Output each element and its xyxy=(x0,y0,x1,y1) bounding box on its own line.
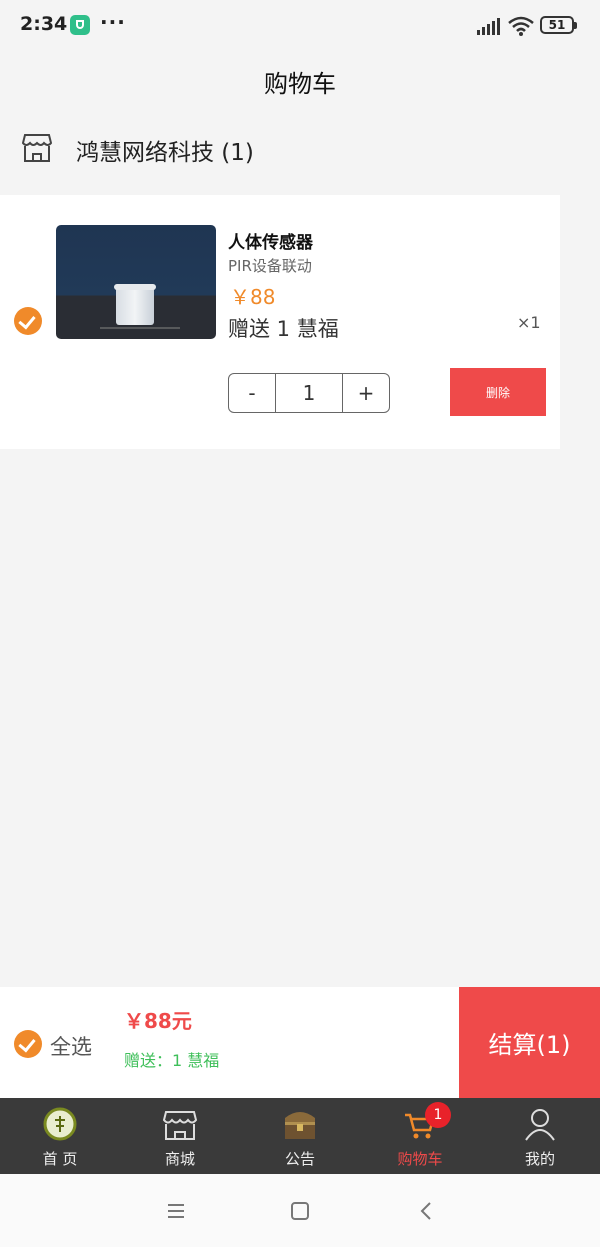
cart-count-badge: 1 xyxy=(425,1102,451,1128)
system-nav-bar xyxy=(0,1174,600,1247)
product-subtitle: PIR设备联动 xyxy=(228,257,312,275)
bottom-tab-bar: 首 页 商城 公告 购物车 我的 xyxy=(0,1098,600,1174)
security-shield-icon xyxy=(70,15,90,35)
checkout-bar: 全选 ￥88元 赠送：1 慧福 结算(1) xyxy=(0,987,600,1098)
store-icon xyxy=(22,134,52,162)
tab-store[interactable]: 商城 xyxy=(120,1098,240,1174)
home-icon xyxy=(43,1107,77,1141)
select-all-checkbox[interactable] xyxy=(14,1030,42,1058)
wifi-icon xyxy=(508,16,534,36)
product-name: 人体传感器 xyxy=(228,233,313,253)
increase-quantity-button[interactable]: + xyxy=(343,374,389,412)
cart-item-card: 人体传感器 PIR设备联动 ￥88 赠送 1 慧福 ×1 - 1 + 删除 xyxy=(0,195,560,449)
signal-icon xyxy=(477,17,503,35)
shop-name: 鸿慧网络科技 (1) xyxy=(76,140,254,166)
tab-home[interactable]: 首 页 xyxy=(0,1098,120,1174)
status-time: 2:34 xyxy=(20,13,68,35)
product-image[interactable] xyxy=(56,225,216,339)
tab-cart[interactable]: 购物车 xyxy=(360,1098,480,1174)
product-price: ￥88 xyxy=(230,285,276,309)
tab-label: 商城 xyxy=(164,1150,195,1168)
tab-label: 我的 xyxy=(524,1150,555,1168)
battery-icon: 51 xyxy=(540,16,577,34)
back-icon[interactable] xyxy=(415,1200,437,1222)
quantity-stepper: - 1 + xyxy=(228,373,390,413)
tab-label: 购物车 xyxy=(397,1150,443,1168)
gift-total: 赠送：1 慧福 xyxy=(124,1051,220,1070)
checkout-button[interactable]: 结算(1) xyxy=(459,987,600,1098)
delete-button[interactable]: 删除 xyxy=(450,368,546,416)
home-square-icon[interactable] xyxy=(289,1200,311,1222)
tab-label: 首 页 xyxy=(42,1150,78,1168)
sensor-device-graphic xyxy=(114,284,156,325)
tab-announcements[interactable]: 公告 xyxy=(240,1098,360,1174)
menu-icon[interactable] xyxy=(165,1200,187,1222)
tab-profile[interactable]: 我的 xyxy=(480,1098,600,1174)
page-title: 购物车 xyxy=(264,70,336,98)
status-bar: 2:34 ··· 51 xyxy=(0,0,600,52)
user-icon xyxy=(525,1109,555,1141)
chest-icon xyxy=(285,1112,315,1139)
store-icon xyxy=(162,1111,198,1140)
product-quantity-label: ×1 xyxy=(517,313,541,332)
more-notifications-icon: ··· xyxy=(100,10,126,34)
item-select-checkbox[interactable] xyxy=(14,307,42,335)
tab-label: 公告 xyxy=(284,1150,315,1168)
quantity-value[interactable]: 1 xyxy=(275,374,343,412)
total-price: ￥88元 xyxy=(124,1009,192,1033)
shop-row[interactable]: 鸿慧网络科技 (1) xyxy=(0,125,600,175)
product-gift: 赠送 1 慧福 xyxy=(228,317,339,341)
decrease-quantity-button[interactable]: - xyxy=(229,374,275,412)
select-all-label[interactable]: 全选 xyxy=(50,1031,92,1061)
